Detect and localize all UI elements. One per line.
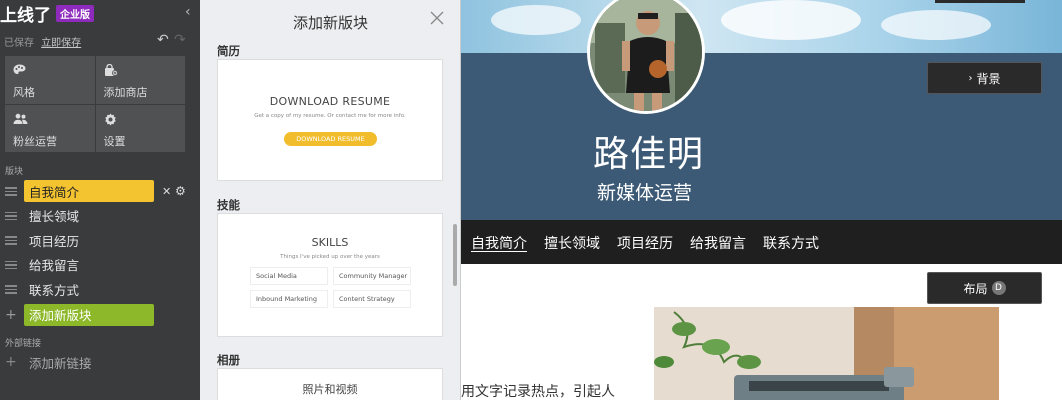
card-title: 照片和视频 (302, 383, 358, 396)
nav-item-intro[interactable]: 自我简介 (471, 233, 527, 253)
editor-sidebar: 上线了 企业版 ‹ 已保存 立即保存 ↶ ↷ 风格 添加商店 粉丝运营 设置 版… (0, 0, 200, 400)
delete-block-icon[interactable]: ✕ (162, 185, 171, 198)
blocks-section-label: 版块 (5, 167, 24, 177)
skill-cell: Content Strategy (333, 290, 411, 308)
brand: 上线了 企业版 (0, 2, 94, 26)
block-item-messages[interactable]: 给我留言 (0, 253, 200, 278)
save-now-link[interactable]: 立即保存 (41, 38, 81, 49)
intro-photo (654, 307, 999, 400)
external-links-label: 外部链接 (5, 339, 42, 349)
brand-logo: 上线了 (0, 5, 51, 26)
site-nav: 自我简介 擅长领域 项目经历 给我留言 联系方式 (461, 220, 1062, 264)
background-button[interactable]: › 背景 (927, 62, 1042, 94)
style-label: 风格 (13, 86, 35, 99)
block-label: 项目经历 (29, 233, 80, 249)
save-status: 已保存 立即保存 (4, 34, 81, 49)
block-label: 自我简介 (29, 184, 80, 200)
category-skills: 技能 (217, 198, 240, 212)
category-resume: 简历 (217, 44, 240, 58)
add-block-button[interactable]: + 添加新版块 (0, 303, 200, 327)
users-icon (13, 113, 87, 127)
layout-button[interactable]: 布局 D (927, 272, 1042, 304)
settings-button[interactable]: 设置 (95, 104, 185, 152)
nav-item-messages[interactable]: 给我留言 (690, 233, 746, 253)
skill-cell: Inbound Marketing (250, 290, 328, 308)
site-preview: 路佳明 新媒体运营 › 背景 自我简介 擅长领域 项目经历 给我留言 联系方式 … (461, 0, 1062, 400)
background-image (461, 0, 1062, 54)
nav-item-expertise[interactable]: 擅长领域 (544, 233, 600, 253)
shop-bag-icon (104, 63, 178, 78)
skills-template-card[interactable]: SKILLS Things I've picked up over the ye… (217, 213, 443, 337)
card-subtitle: Get a copy of my resume. Or contact me f… (254, 113, 406, 119)
edition-badge: 企业版 (56, 4, 94, 22)
add-block-panel: 添加新版块 简历 DOWNLOAD RESUME Get a copy of m… (200, 0, 461, 400)
fan-ops-button[interactable]: 粉丝运营 (5, 104, 95, 152)
add-link-label: 添加新链接 (29, 355, 92, 371)
chevron-right-icon: › (968, 72, 973, 84)
nav-item-contact[interactable]: 联系方式 (763, 233, 819, 253)
block-settings-icon[interactable]: ⚙ (175, 184, 186, 198)
panel-scrollbar[interactable] (453, 224, 457, 286)
undo-icon[interactable]: ↶ (157, 32, 169, 48)
plus-icon: + (5, 306, 17, 323)
palette-icon (13, 64, 87, 78)
album-template-card[interactable]: 照片和视频 (217, 368, 443, 400)
block-label: 联系方式 (29, 282, 80, 298)
block-list: 自我简介 ✕ ⚙ 擅长领域 项目经历 给我留言 联系方式 + 添加新版块 (0, 179, 200, 327)
layout-button-label: 布局 (963, 281, 988, 296)
category-album: 相册 (217, 353, 240, 367)
block-item-intro[interactable]: 自我简介 ✕ ⚙ (0, 179, 200, 204)
block-label: 给我留言 (29, 258, 80, 274)
tool-grid: 风格 添加商店 粉丝运营 设置 (5, 56, 185, 152)
panel-title: 添加新版块 (292, 14, 368, 32)
skill-cell: Community Manager (333, 267, 411, 285)
drag-handle-icon[interactable] (5, 285, 17, 294)
add-block-label: 添加新版块 (29, 308, 92, 323)
plus-icon: + (5, 354, 17, 370)
add-link-button[interactable]: + 添加新链接 (0, 352, 92, 372)
gear-icon (104, 113, 178, 127)
add-shop-label: 添加商店 (103, 86, 148, 99)
card-subtitle: Things I've picked up over the years (280, 254, 380, 260)
drag-handle-icon[interactable] (5, 236, 17, 245)
profile-title: 新媒体运营 (597, 182, 693, 204)
drag-handle-icon[interactable] (5, 211, 17, 220)
saved-status-text: 已保存 (4, 38, 34, 49)
layout-badge: D (991, 281, 1006, 295)
drag-handle-icon[interactable] (5, 187, 17, 196)
block-label: 擅长领域 (29, 209, 80, 225)
settings-label: 设置 (103, 134, 126, 148)
drag-handle-icon[interactable] (5, 260, 17, 269)
block-item-expertise[interactable]: 擅长领域 (0, 204, 200, 229)
fan-ops-label: 粉丝运营 (13, 134, 57, 148)
close-icon[interactable] (429, 10, 445, 30)
download-resume-preview-button: DOWNLOAD RESUME (284, 132, 377, 146)
block-item-contact[interactable]: 联系方式 (0, 277, 200, 302)
style-button[interactable]: 风格 (5, 56, 95, 104)
block-item-projects[interactable]: 项目经历 (0, 228, 200, 253)
card-title: DOWNLOAD RESUME (269, 95, 391, 108)
add-shop-button[interactable]: 添加商店 (95, 56, 185, 104)
resume-template-card[interactable]: DOWNLOAD RESUME Get a copy of my resume.… (217, 59, 443, 181)
redo-icon[interactable]: ↷ (174, 32, 186, 48)
card-title: SKILLS (311, 236, 349, 249)
nav-item-projects[interactable]: 项目经历 (617, 233, 673, 253)
profile-name: 路佳明 (593, 134, 705, 175)
skill-cell: Social Media (250, 267, 328, 285)
collapse-sidebar-icon[interactable]: ‹ (185, 4, 191, 20)
intro-text: 用文字记录热点，引起人 (461, 384, 615, 400)
background-button-label: 背景 (976, 71, 1001, 86)
